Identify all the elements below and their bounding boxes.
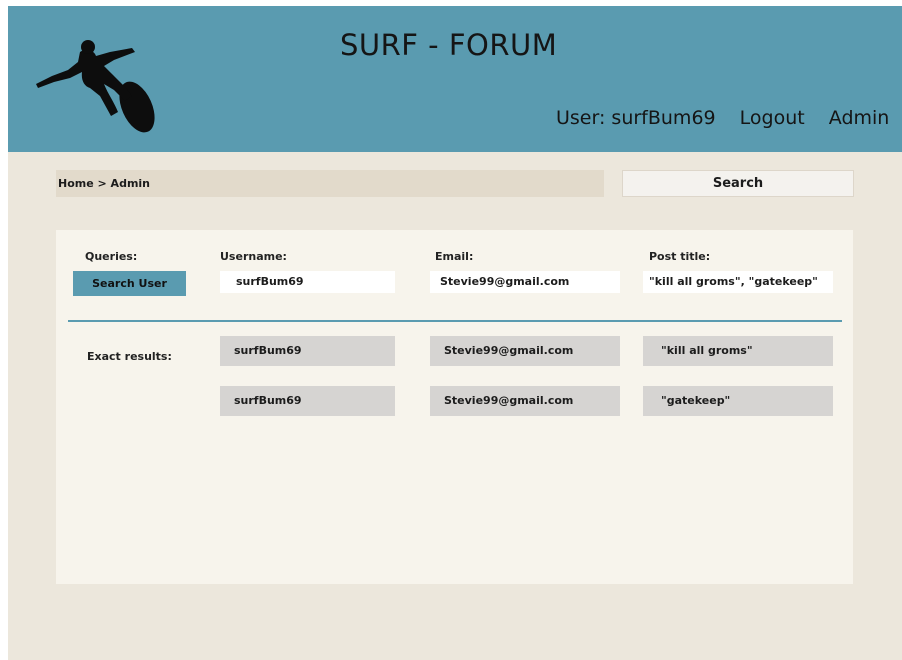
breadcrumb[interactable]: Home > Admin [56,170,604,197]
app-window: SURF - FORUM User: surfBum69 Logout Admi… [8,6,902,660]
site-header: SURF - FORUM User: surfBum69 Logout Admi… [8,6,902,152]
result-email-cell: Stevie99@gmail.com [430,336,620,366]
post-title-input[interactable]: "kill all groms", "gatekeep" [643,271,833,293]
result-username-cell: surfBum69 [220,336,395,366]
surfer-silhouette-icon[interactable] [34,38,164,138]
admin-panel: Queries: Search User Username: surfBum69… [56,230,853,584]
post-title-label: Post title: [649,250,711,263]
divider [68,320,842,322]
search-user-button[interactable]: Search User [73,271,186,296]
result-username-cell: surfBum69 [220,386,395,416]
admin-link[interactable]: Admin [829,107,890,129]
username-label: Username: [220,250,287,263]
exact-results-label: Exact results: [87,350,172,363]
logout-link[interactable]: Logout [740,107,805,129]
result-post-title-cell: "gatekeep" [643,386,833,416]
email-input[interactable]: Stevie99@gmail.com [430,271,620,293]
result-email-cell: Stevie99@gmail.com [430,386,620,416]
site-title: SURF - FORUM [340,28,558,62]
username-input[interactable]: surfBum69 [220,271,395,293]
result-post-title-cell: "kill all groms" [643,336,833,366]
current-user-label: User: surfBum69 [556,107,716,129]
search-button[interactable]: Search [622,170,854,197]
queries-label: Queries: [85,250,138,263]
email-label: Email: [435,250,474,263]
user-nav: User: surfBum69 Logout Admin [556,107,889,129]
